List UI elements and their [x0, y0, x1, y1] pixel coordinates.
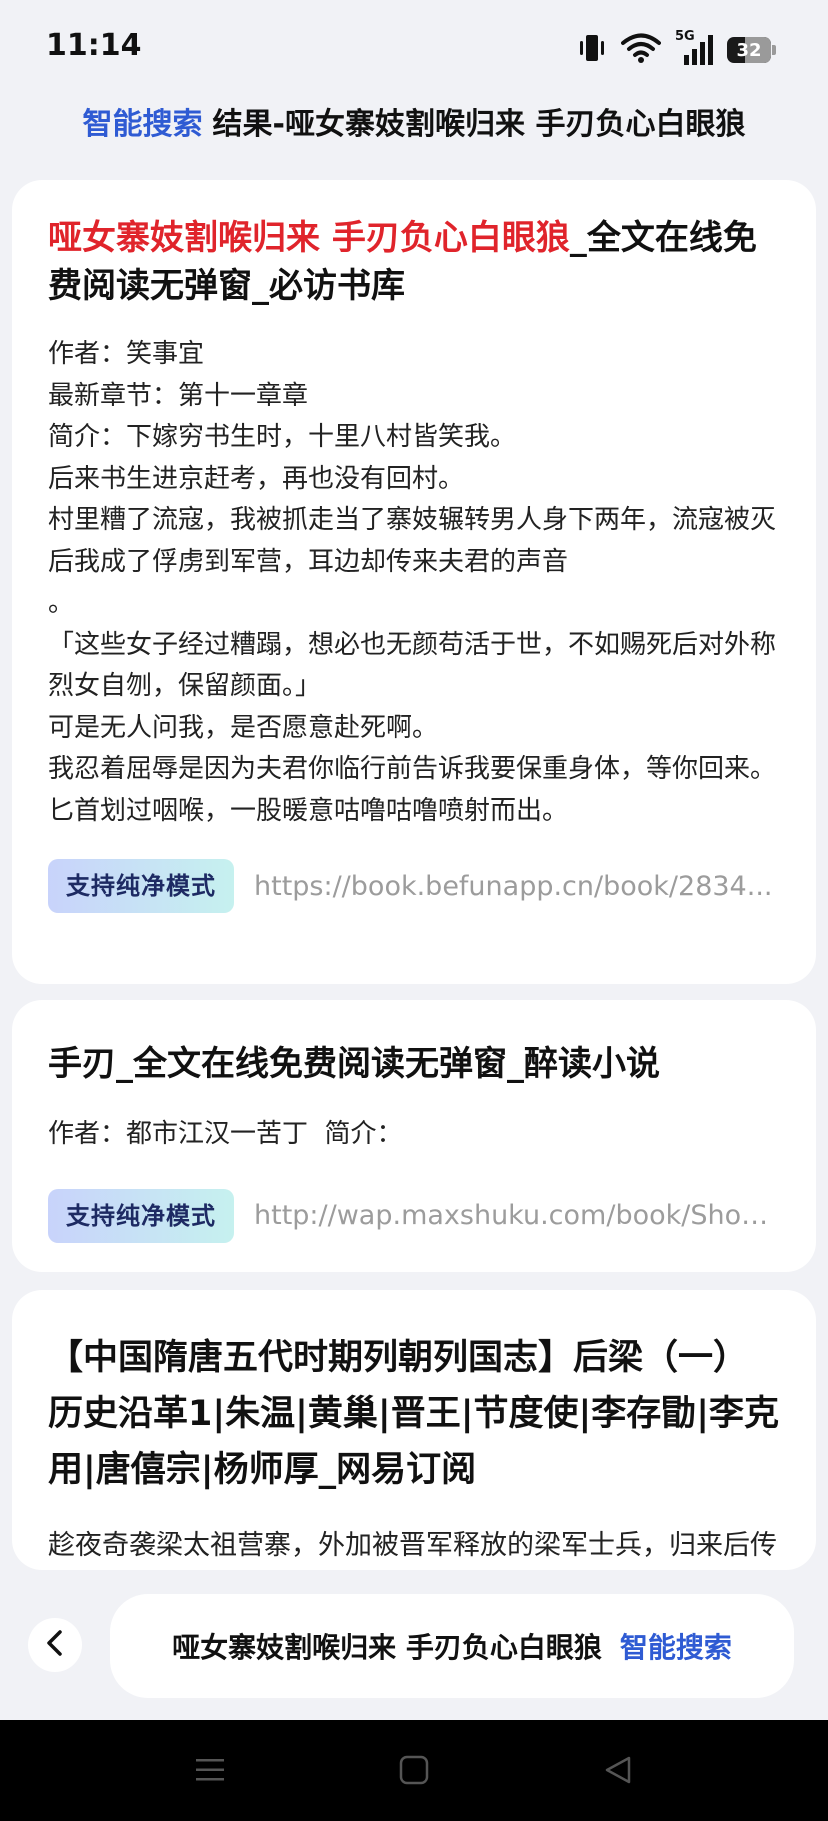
result-snippet: 作者：都市江汉一苦丁 简介： [48, 1114, 780, 1156]
result-title[interactable]: 【中国隋唐五代时期列朝列国志】后梁（一）历史沿革1|朱温|黄巢|晋王|节度使|李… [48, 1290, 780, 1498]
search-box[interactable]: 哑女寨妓割喉归来 手刃负心白眼狼 智能搜索 [110, 1594, 794, 1698]
result-snippet: 趁夜奇袭梁太祖营寨，外加被晋军释放的梁军士兵，归来后传言李存勖亲率大军来 郢王朱… [48, 1524, 780, 1570]
status-time: 11:14 [46, 28, 142, 63]
result-url[interactable]: http://wap.maxshuku.com/book/Shou... [254, 1200, 780, 1231]
snippet-line: 作者：笑事宜 [48, 339, 205, 369]
bottom-search-area: 哑女寨妓割喉归来 手刃负心白眼狼 智能搜索 [0, 1572, 828, 1720]
nav-menu-button[interactable] [190, 1752, 230, 1792]
search-query: 哑女寨妓割喉归来 手刃负心白眼狼 [172, 1631, 602, 1664]
battery-level: 32 [736, 39, 762, 61]
snippet-line: 趁夜奇袭梁太祖营寨，外加被晋军释放的梁军士兵，归来后传言李存勖亲率大军来 郢王朱… [48, 1530, 777, 1561]
nav-back-button[interactable] [598, 1752, 638, 1792]
result-title[interactable]: 哑女寨妓割喉归来 手刃负心白眼狼_全文在线免费阅读无弹窗_必访书库 [48, 180, 780, 310]
signal-icon: 5G [675, 29, 713, 67]
result-title-rest: 【中国隋唐五代时期列朝列国志】后梁（一）历史沿革1|朱温|黄巢|晋王|节度使|李… [48, 1338, 780, 1490]
page-title: 智能搜索 结果-哑女寨妓割喉归来 手刃负心白眼狼 [0, 100, 828, 150]
snippet-line: 。 [48, 588, 75, 618]
system-nav-bar [0, 1720, 828, 1821]
snippet-line: 「这些女子经过糟蹋，想必也无颜苟活于世，不如赐死后对外称烈女自刎，保留颜面。」 [48, 629, 777, 702]
menu-icon [195, 1756, 225, 1788]
snippet-line: 作者：都市江汉一苦丁 简介： [48, 1119, 403, 1149]
battery-icon: 32 [727, 37, 776, 63]
pure-mode-badge[interactable]: 支持纯净模式 [48, 859, 234, 913]
result-footer: 支持纯净模式 https://book.befunapp.cn/book/283… [48, 858, 780, 914]
brand-label: 智能搜索 [82, 107, 203, 142]
snippet-line: 后来书生进京赶考，再也没有回村。 [48, 463, 465, 494]
snippet-line: 村里糟了流寇，我被抓走当了寨妓辗转男人身下两年，流寇被灭后我成了俘虏到军营，耳边… [48, 505, 777, 577]
vibrate-icon [577, 32, 607, 68]
result-url[interactable]: https://book.befunapp.cn/book/2834... [254, 871, 780, 902]
result-snippet: 作者：笑事宜 最新章节：第十一章章 简介：下嫁穷书生时，十里八村皆笑我。 后来书… [48, 334, 780, 832]
result-title-rest: 手刃_全文在线免费阅读无弹窗_醉读小说 [48, 1044, 660, 1084]
result-footer: 支持纯净模式 http://wap.maxshuku.com/book/Shou… [48, 1188, 780, 1244]
nav-home-button[interactable] [394, 1752, 434, 1792]
result-card[interactable]: 手刃_全文在线免费阅读无弹窗_醉读小说 作者：都市江汉一苦丁 简介： 支持纯净模… [12, 1000, 816, 1272]
snippet-line: 最新章节：第十一章章 [48, 380, 309, 411]
status-bar: 11:14 5G 32 [0, 0, 828, 96]
home-icon [399, 1755, 429, 1789]
pure-mode-badge[interactable]: 支持纯净模式 [48, 1188, 234, 1243]
snippet-line: 我忍着屈辱是因为夫君你临行前告诉我要保重身体，等你回来。 [48, 754, 777, 784]
chevron-left-icon [44, 1629, 66, 1661]
snippet-line: 匕首划过咽喉，一股暖意咕噜咕噜喷射而出。 [48, 795, 569, 826]
status-icons: 5G 32 [577, 29, 776, 70]
results-title: 结果-哑女寨妓割喉归来 手刃负心白眼狼 [212, 107, 746, 142]
back-button[interactable] [28, 1618, 82, 1672]
result-title-highlight: 哑女寨妓割喉归来 手刃负心白眼狼 [48, 218, 570, 258]
snippet-line: 简介：下嫁穷书生时，十里八村皆笑我。 [48, 422, 517, 452]
snippet-line: 可是无人问我，是否愿意赴死啊。 [48, 712, 439, 743]
result-card[interactable]: 哑女寨妓割喉归来 手刃负心白眼狼_全文在线免费阅读无弹窗_必访书库 作者：笑事宜… [12, 180, 816, 984]
smart-search-button[interactable]: 智能搜索 [620, 1626, 732, 1666]
triangle-back-icon [603, 1755, 633, 1789]
result-card[interactable]: 【中国隋唐五代时期列朝列国志】后梁（一）历史沿革1|朱温|黄巢|晋王|节度使|李… [12, 1290, 816, 1570]
wifi-icon [621, 32, 661, 68]
result-title[interactable]: 手刃_全文在线免费阅读无弹窗_醉读小说 [48, 1000, 780, 1088]
